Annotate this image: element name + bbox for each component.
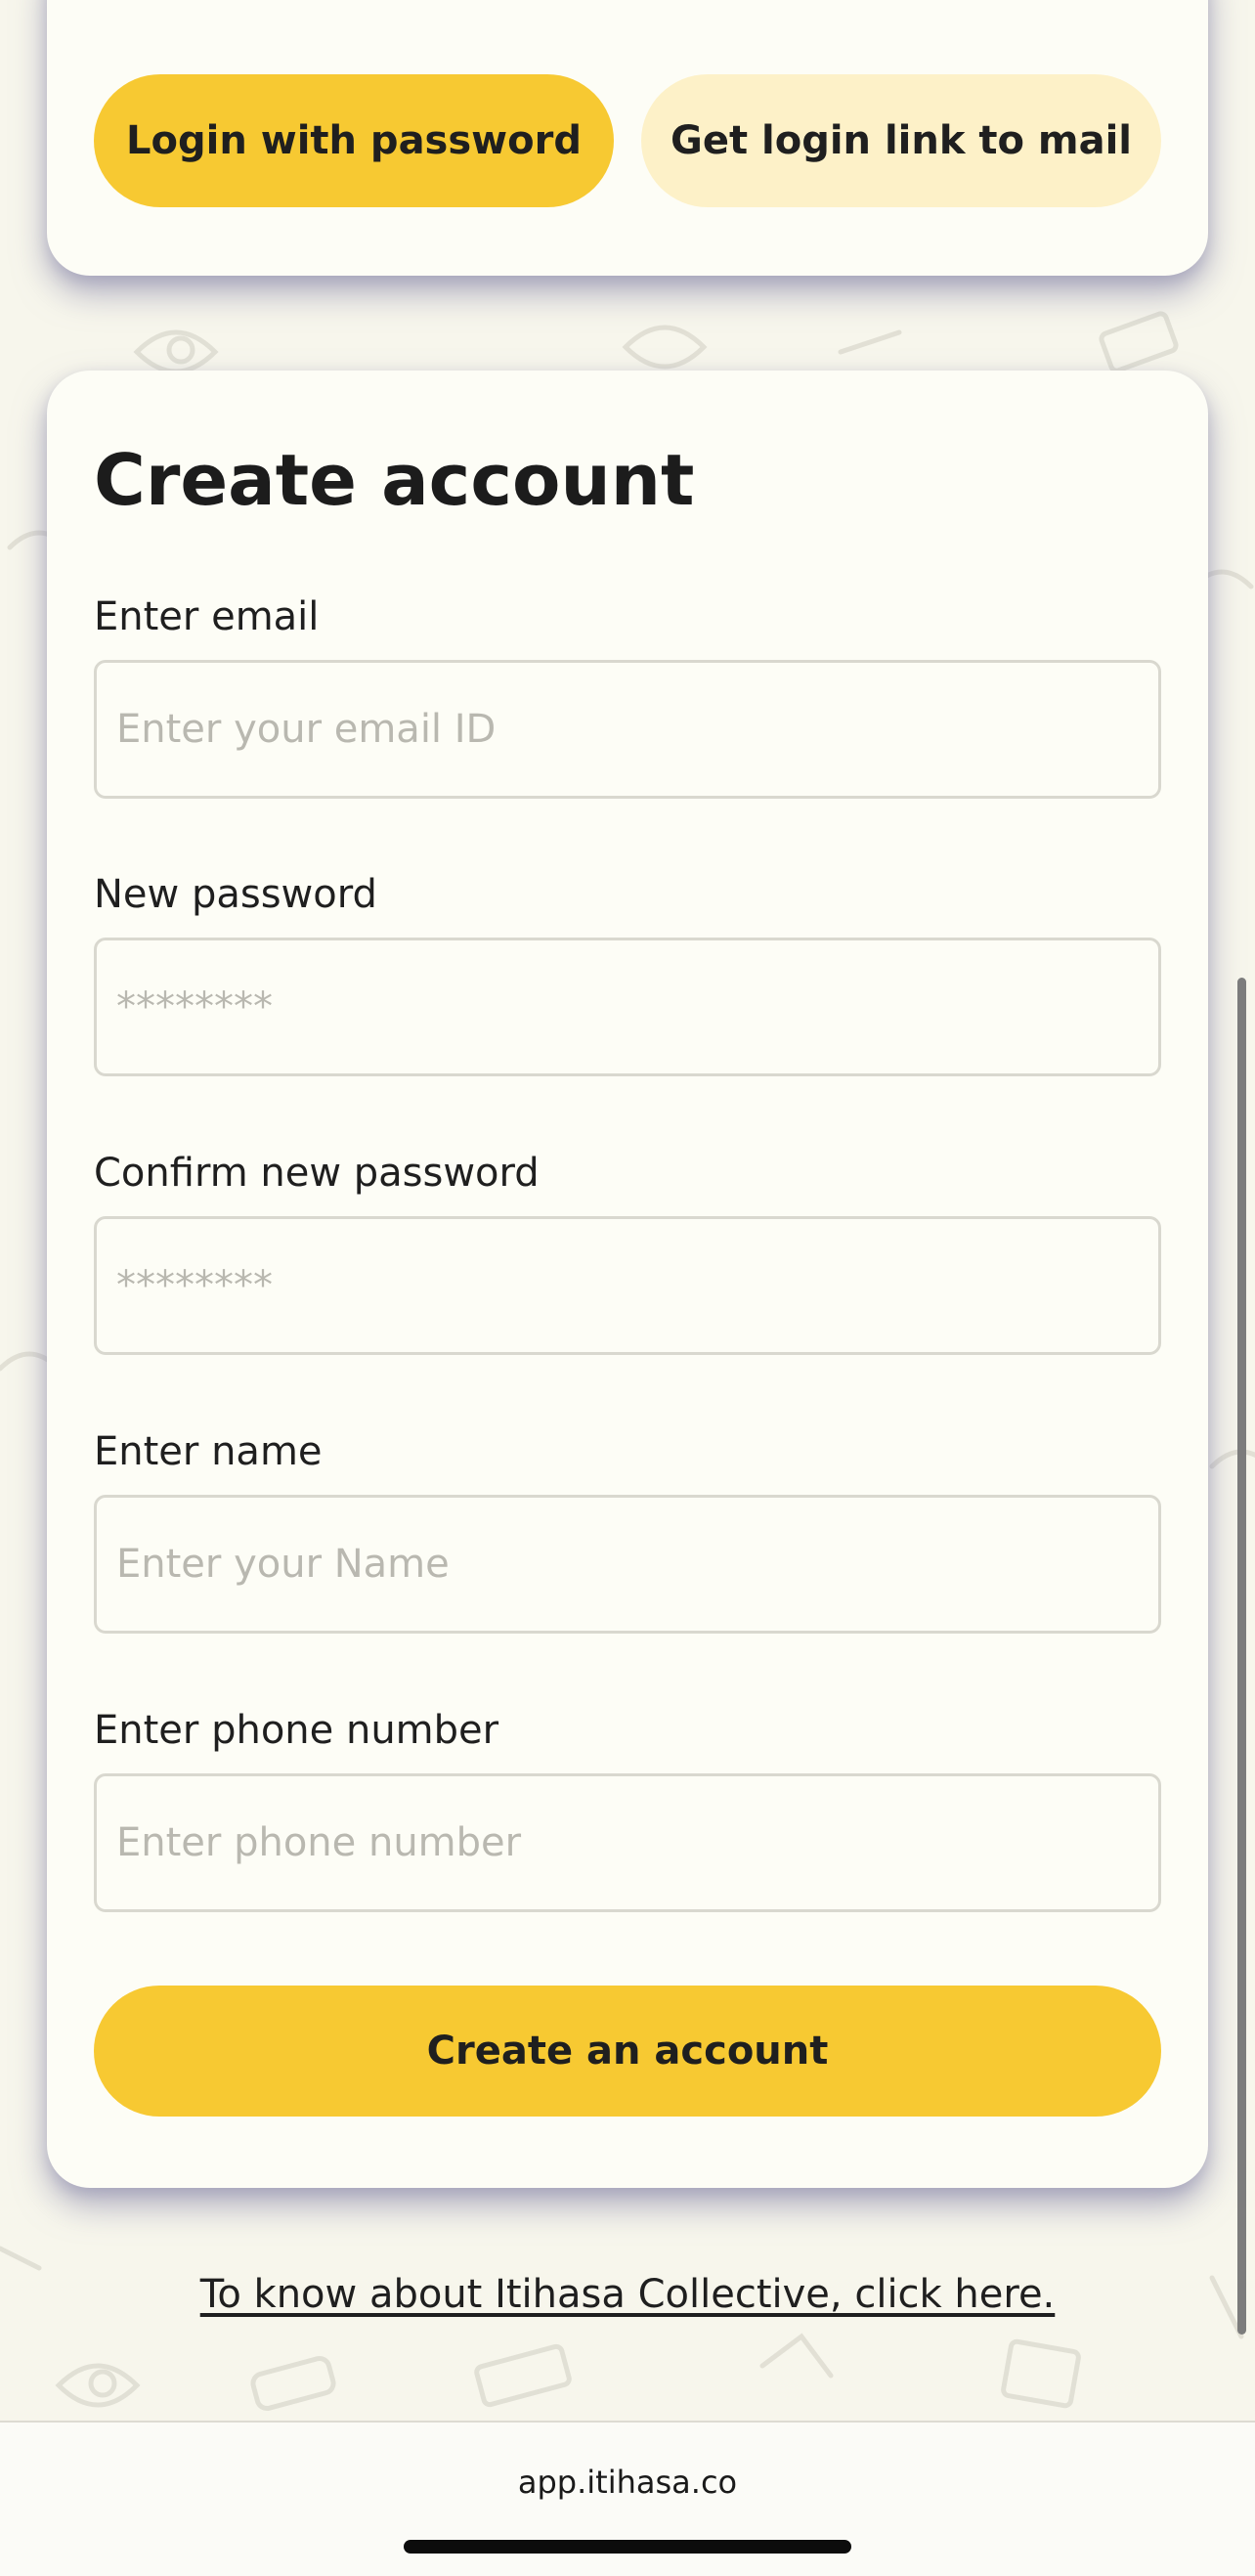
get-login-link-button[interactable]: Get login link to mail — [641, 74, 1161, 207]
new-password-label: New password — [94, 872, 377, 917]
email-label: Enter email — [94, 594, 320, 639]
email-field[interactable] — [94, 660, 1161, 799]
scrollbar[interactable] — [1237, 978, 1246, 2335]
phone-field[interactable] — [94, 1773, 1161, 1912]
name-label: Enter name — [94, 1429, 323, 1474]
create-account-card: Create account Enter email New password … — [47, 371, 1208, 2188]
new-password-field[interactable] — [94, 938, 1161, 1076]
confirm-password-label: Confirm new password — [94, 1151, 540, 1196]
phone-label: Enter phone number — [94, 1708, 499, 1753]
name-field[interactable] — [94, 1495, 1161, 1634]
confirm-password-field[interactable] — [94, 1216, 1161, 1355]
browser-bottom-bar: app.itihasa.co — [0, 2421, 1255, 2576]
login-with-password-button[interactable]: Login with password — [94, 74, 614, 207]
login-options-card: Login with password Get login link to ma… — [47, 0, 1208, 276]
create-account-button[interactable]: Create an account — [94, 1986, 1161, 2117]
url-label[interactable]: app.itihasa.co — [0, 2464, 1255, 2501]
home-indicator[interactable] — [404, 2540, 851, 2554]
about-itihasa-link[interactable]: To know about Itihasa Collective, click … — [0, 2272, 1255, 2317]
page-title: Create account — [94, 439, 695, 521]
